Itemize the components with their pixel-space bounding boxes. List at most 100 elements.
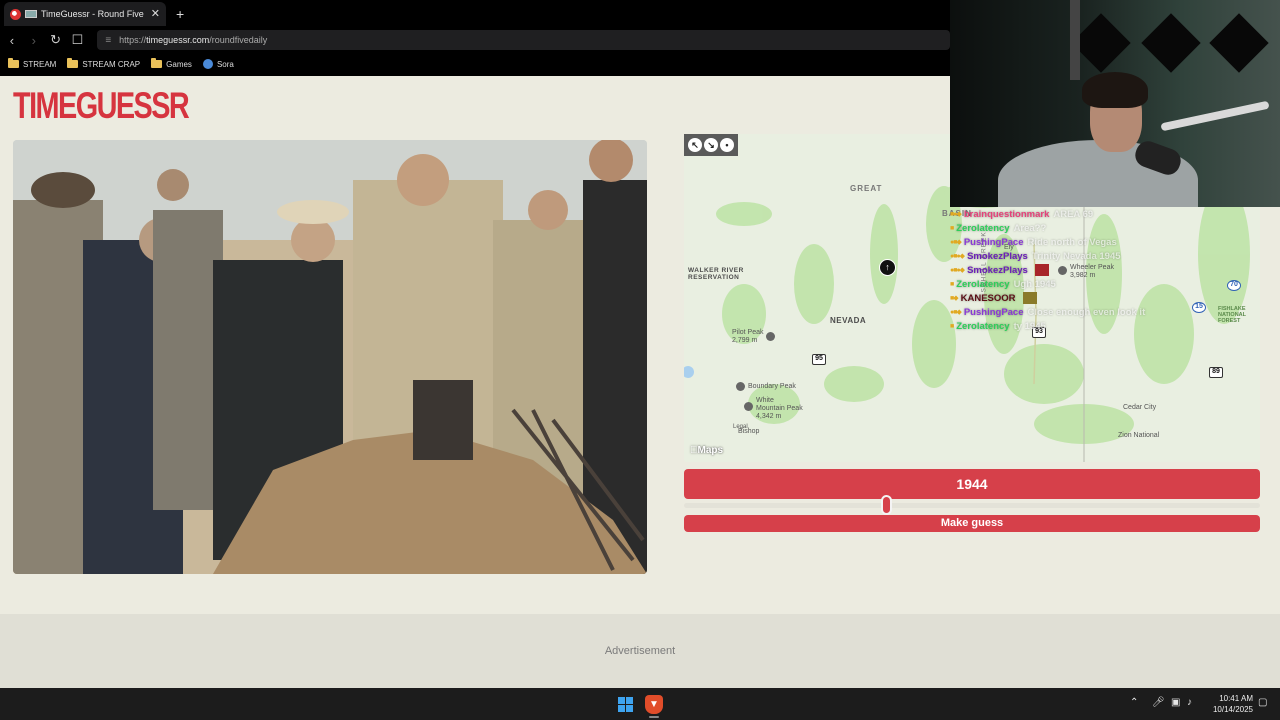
tray-chevron-icon[interactable]: ⌃ (1130, 697, 1138, 708)
highway-shield-89: 89 (1209, 367, 1223, 378)
folder-icon (151, 58, 163, 68)
mic-arm (1160, 100, 1270, 132)
chat-badges-icon: ■●◆ (950, 211, 962, 218)
reload-icon[interactable]: ↻ (46, 32, 66, 48)
volume-icon[interactable]: ♪ (1187, 697, 1192, 708)
folder-icon (67, 58, 79, 68)
chat-message: Close enough even look it (1027, 306, 1146, 318)
advertisement-banner: Advertisement (0, 614, 1280, 688)
tab-active[interactable]: TimeGuessr - Round Five ✕ (4, 2, 166, 26)
windows-start-icon[interactable] (618, 697, 633, 712)
microphone-tray-icon[interactable]: 🎤︎ (1152, 697, 1165, 708)
windows-taskbar (0, 688, 1280, 720)
map-toolbar: ↖ ↘ • (684, 134, 738, 156)
taskbar-clock[interactable]: 10:41 AM 10/14/2025 (1205, 693, 1253, 715)
flag-icon (25, 10, 37, 18)
photo-illustration (13, 140, 647, 574)
chat-badges-icon: ■ (950, 322, 954, 330)
chat-overlay: ■●◆ brainquestionmark AREA 69 ■ Zerolate… (950, 207, 1280, 332)
url-host: timeguessr.com (146, 35, 210, 45)
shrink-map-icon[interactable]: ↘ (704, 138, 718, 152)
chat-message: AREA 69 (1053, 208, 1094, 220)
chat-message: Area?? (1013, 222, 1047, 234)
bookmark-stream[interactable]: STREAM (8, 58, 56, 69)
expand-map-icon[interactable]: ↖ (688, 138, 702, 152)
chat-user: KANESOOR (960, 292, 1016, 304)
tab-title: TimeGuessr - Round Five (41, 9, 144, 19)
chat-badges-icon: ●■●◆ (950, 267, 965, 274)
bookmark-icon[interactable]: ☐ (67, 32, 87, 48)
map-label-pilot-peak-elev: 2,799 m (732, 337, 758, 344)
chat-user: SmokezPlays (967, 264, 1028, 276)
pin-map-icon[interactable]: • (720, 138, 734, 152)
sora-icon (202, 59, 213, 69)
chat-line: ●■◆ PushingPace Ride north of Vegas (950, 235, 1280, 249)
chat-user: Zerolatency (956, 278, 1010, 290)
clock-time: 10:41 AM (1219, 694, 1253, 703)
bookmark-sora[interactable]: Sora (202, 59, 234, 69)
chat-badges-icon: ●■◆ (950, 309, 962, 316)
chat-user: Zerolatency (956, 320, 1010, 332)
chat-badges-icon: ●■●◆ (950, 253, 965, 260)
tab-close-icon[interactable]: ✕ (151, 7, 160, 20)
year-display: 1944 (684, 469, 1260, 499)
bookmark-games[interactable]: Games (151, 58, 192, 69)
map-label-cedar-city: Cedar City (1123, 404, 1157, 411)
year-slider-track[interactable] (684, 503, 1260, 508)
brave-browser-icon[interactable]: ▼ (645, 695, 663, 714)
chat-message: Ugh 1945 (1013, 278, 1056, 290)
year-slider-thumb[interactable] (880, 495, 892, 515)
wall-panel (1071, 13, 1131, 73)
chat-line: ●■●◆ SmokezPlays Trinity Nevada 1945 (950, 249, 1280, 263)
url-scheme: https:// (119, 35, 147, 45)
folder-icon (8, 58, 19, 68)
chat-line: ■ Zerolatency Ugh 1945 (950, 277, 1280, 291)
network-icon[interactable]: ▣ (1171, 697, 1180, 708)
chat-message: ty 1945 (1013, 320, 1046, 332)
chat-line: ■●◆ brainquestionmark AREA 69 (950, 207, 1280, 221)
map-label-nevada: NEVADA (830, 316, 867, 325)
streamer-webcam (950, 0, 1280, 207)
chat-user: brainquestionmark (963, 208, 1050, 220)
bookmarks-bar: STREAM STREAM CRAP Games Sora (0, 52, 950, 76)
emote-icon (1034, 264, 1049, 276)
map-label-great: GREAT (850, 184, 883, 193)
peak-icon (766, 332, 775, 341)
address-bar-row: ‹ › ↻ ☐ ≡ https:// timeguessr.com /round… (0, 28, 950, 52)
tab-bar: TimeGuessr - Round Five ✕ + (0, 0, 950, 28)
chat-line: ■ Zerolatency Area?? (950, 221, 1280, 235)
chat-badges-icon: ■◆ (950, 295, 959, 302)
chat-line: ●■◆ PushingPace Close enough even look i… (950, 305, 1280, 319)
timeguessr-logo[interactable]: TIMEGUESSR (13, 85, 190, 127)
url-path: /roundfivedaily (209, 35, 268, 45)
forward-icon[interactable]: › (24, 33, 44, 48)
notification-icon[interactable]: ▢ (1258, 697, 1267, 708)
map-label-white-mountain: White Mountain Peak (756, 397, 803, 412)
chat-user: PushingPace (963, 236, 1024, 248)
peak-icon (736, 382, 745, 391)
new-tab-button[interactable]: + (176, 6, 184, 22)
door-frame (1070, 0, 1080, 80)
chat-line: ■ Zerolatency ty 1945 (950, 319, 1280, 333)
highway-shield-95: 95 (812, 354, 826, 365)
peak-icon (744, 402, 753, 411)
chat-badges-icon: ■ (950, 224, 954, 232)
clock-date: 10/14/2025 (1212, 705, 1253, 714)
map-label-boundary-peak: Boundary Peak (748, 383, 796, 390)
map-label-legal: Legal (733, 424, 748, 430)
chat-message: Trinity Nevada 1945 (1031, 250, 1121, 262)
apple-maps-brand: Maps (690, 445, 723, 456)
globe-icon (10, 8, 21, 20)
guess-pin-icon[interactable]: ↑ (879, 259, 896, 276)
make-guess-button[interactable]: Make guess (684, 515, 1260, 532)
map-label-zion: Zion National (1118, 432, 1160, 439)
chat-badges-icon: ●■◆ (950, 239, 962, 246)
emote-icon (1022, 292, 1037, 304)
back-icon[interactable]: ‹ (2, 33, 22, 48)
chat-user: SmokezPlays (967, 250, 1028, 262)
url-input[interactable]: ≡ https:// timeguessr.com /roundfivedail… (97, 30, 950, 50)
bookmark-stream-crap[interactable]: STREAM CRAP (67, 58, 140, 69)
site-settings-icon[interactable]: ≡ (105, 35, 111, 46)
round-photo (13, 140, 647, 574)
chat-user: Zerolatency (956, 222, 1010, 234)
